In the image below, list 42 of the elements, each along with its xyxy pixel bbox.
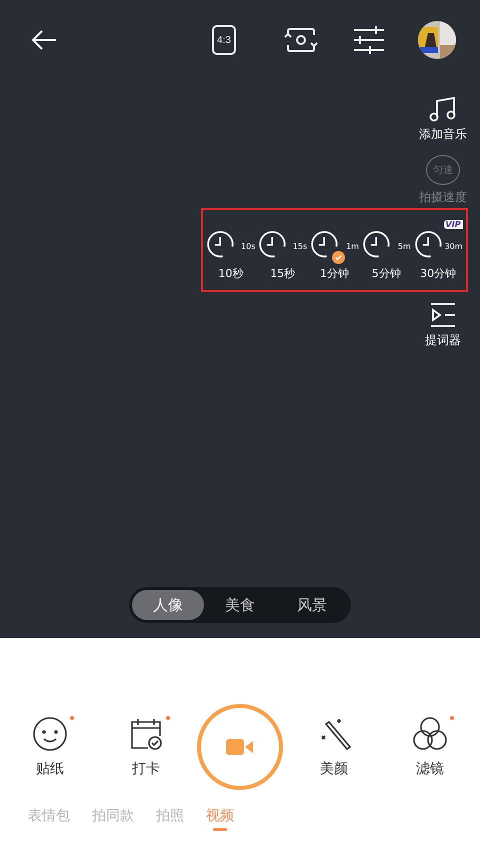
smiley-icon xyxy=(32,716,68,752)
timer-label: 30分钟 xyxy=(420,266,456,280)
tool-button[interactable]: 贴纸 xyxy=(12,716,88,778)
aspect-ratio-button[interactable]: 4:3 xyxy=(212,25,236,55)
timer-label: 15秒 xyxy=(270,266,296,280)
clock-icon xyxy=(414,230,443,258)
video-camera-icon xyxy=(226,738,254,756)
duration-label: 30m xyxy=(444,242,463,250)
tool-button[interactable]: 滤镜 xyxy=(392,716,468,778)
duration-label: 1m xyxy=(346,242,359,250)
timer-option[interactable]: 5m xyxy=(362,220,411,264)
timer-label: 1分钟 xyxy=(320,266,349,280)
timer-label: 5分钟 xyxy=(372,266,401,280)
timer-option[interactable]: 1m xyxy=(310,220,359,264)
tool-label: 提词器 xyxy=(425,332,461,349)
timer-option[interactable]: 15s xyxy=(258,220,308,264)
scene-tab[interactable]: 风景 xyxy=(276,590,348,620)
timer-label: 10秒 xyxy=(218,266,244,280)
duration-label: 5m xyxy=(398,242,411,250)
teleprompter-icon[interactable] xyxy=(429,302,457,328)
clock-icon xyxy=(259,230,288,258)
tool-label: 添加音乐 xyxy=(419,126,467,143)
scene-tab[interactable]: 人像 xyxy=(132,590,204,620)
flip-camera-icon[interactable] xyxy=(284,26,318,54)
duration-label: 15s xyxy=(292,242,308,250)
clock-icon xyxy=(362,230,391,258)
vip-badge: VIP xyxy=(444,220,463,228)
tool-label: 拍摄速度 xyxy=(419,189,467,206)
filter-circles-icon xyxy=(411,716,449,752)
music-note-icon[interactable] xyxy=(429,96,457,122)
timer-option[interactable]: 10s xyxy=(206,220,256,264)
timer-option[interactable]: VIP 30m xyxy=(414,220,463,264)
tool-button[interactable]: 美颜 xyxy=(296,716,372,778)
tool-button[interactable]: 打卡 xyxy=(108,716,184,778)
clock-icon xyxy=(207,230,236,258)
settings-sliders-icon[interactable] xyxy=(354,26,384,54)
back-button[interactable] xyxy=(30,29,58,51)
calendar-check-icon xyxy=(128,716,164,752)
clock-icon xyxy=(310,230,339,258)
check-icon xyxy=(332,250,345,264)
scene-tab[interactable]: 美食 xyxy=(204,590,276,620)
duration-label: 10s xyxy=(241,242,256,250)
